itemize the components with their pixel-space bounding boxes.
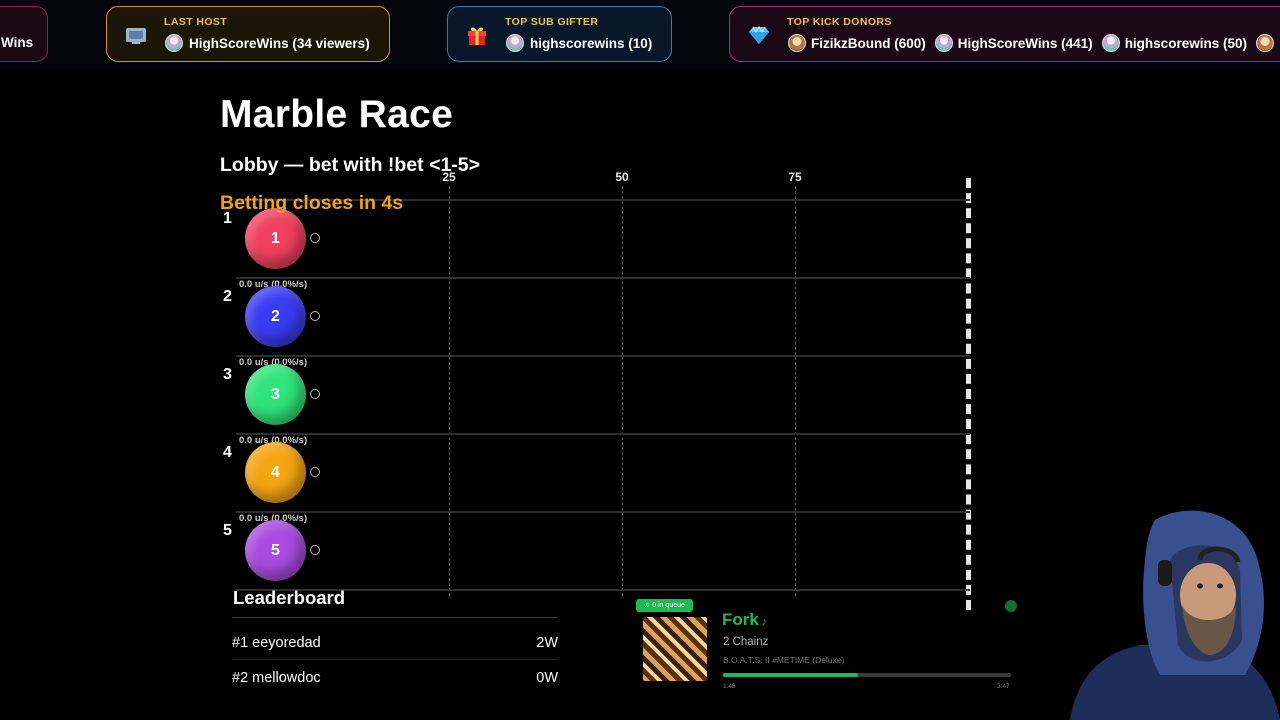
kick-donor-1: FizikzBound (600) — [811, 35, 926, 51]
lane-number: 2 — [223, 288, 232, 305]
marble-2: 2 — [245, 286, 306, 347]
donor-ticker-bar: Wins LAST HOST HighScoreWins (34 viewers… — [0, 0, 1280, 70]
queue-count: 0 in queue — [652, 602, 685, 609]
kick-donor-2: HighScoreWins (441) — [957, 35, 1093, 51]
spotify-icon — [1005, 600, 1017, 612]
lane-divider — [236, 355, 970, 357]
marble-marker — [310, 233, 320, 243]
last-host-name: HighScoreWins (34 viewers) — [189, 35, 370, 51]
race-subtitle: Lobby — bet with !bet <1-5> — [220, 154, 481, 176]
leaderboard-row: #1 eeyoredad 2W — [232, 626, 558, 660]
betting-countdown: Betting closes in 4s — [220, 192, 404, 214]
avatar — [788, 34, 806, 52]
marble-marker — [310, 311, 320, 321]
top-kick-donors-pill: TOP KICK DONORS FizikzBound (600) HighSc… — [729, 6, 1280, 62]
avatar — [1255, 34, 1274, 52]
track-tick-75: 75 — [788, 170, 802, 184]
song-album: B.O.A.T.S. II #METIME (Deluxe) — [723, 655, 845, 665]
track-gridline — [449, 186, 450, 596]
lane-number: 4 — [223, 444, 232, 461]
streamer-webcam — [1070, 510, 1280, 720]
tv-icon — [126, 28, 146, 44]
leaderboard-player: #1 eeyoredad — [232, 634, 321, 651]
leaderboard-wins: 2W — [536, 634, 558, 651]
leaderboard-title: Leaderboard — [233, 587, 346, 608]
album-art — [643, 617, 707, 681]
top-sub-gifter-title: TOP SUB GIFTER — [505, 16, 599, 28]
avatar — [506, 34, 524, 52]
playback-progress-fill — [723, 673, 859, 677]
diamond-icon — [749, 26, 769, 44]
last-host-title: LAST HOST — [164, 16, 228, 28]
avatar — [165, 34, 183, 52]
lane-divider — [236, 277, 970, 279]
marble-marker — [310, 545, 320, 555]
kick-donor-3: highscorewins (50) — [1124, 35, 1247, 51]
track-tick-50: 50 — [615, 170, 629, 184]
divider — [232, 617, 558, 618]
lane-divider — [236, 433, 970, 435]
leaderboard-player: #2 mellowdoc — [232, 670, 321, 686]
lane-number: 3 — [223, 366, 232, 383]
playback-total-time: 3:47 — [997, 683, 1010, 690]
marble-5: 5 — [245, 520, 306, 581]
track-tick-25: 25 — [442, 170, 456, 184]
now-playing-song: Fork ♪ — [722, 610, 767, 630]
leaderboard-row: #2 mellowdoc 0W — [232, 661, 558, 695]
marble-3: 3 — [245, 364, 306, 425]
ticker-pill-previous: Wins — [0, 6, 48, 62]
last-host-pill: LAST HOST HighScoreWins (34 viewers) — [106, 6, 390, 62]
marble-marker — [310, 467, 320, 477]
playback-progress-bar — [723, 673, 1011, 677]
gift-icon — [468, 27, 486, 45]
top-kick-donors-title: TOP KICK DONORS — [787, 16, 892, 28]
marble-4: 4 — [245, 442, 306, 503]
top-sub-gifter-pill: TOP SUB GIFTER highscorewins (10) — [447, 6, 672, 62]
track-gridline — [795, 186, 796, 596]
playback-current-time: 1:48 — [723, 683, 736, 690]
music-note-icon: ♫ — [644, 602, 650, 609]
song-artist: 2 Chainz — [723, 636, 769, 648]
avatar — [934, 34, 953, 52]
race-title: Marble Race — [220, 93, 454, 136]
previous-pill-name: Wins — [1, 35, 34, 50]
lane-divider — [236, 511, 970, 513]
leaderboard-wins: 0W — [536, 670, 558, 686]
track-gridline — [622, 186, 623, 596]
avatar — [1101, 34, 1120, 52]
finish-line — [966, 178, 971, 610]
queue-badge: ♫ 0 in queue — [636, 599, 693, 612]
music-note-icon: ♪ — [761, 617, 767, 628]
lane-divider — [236, 589, 970, 591]
top-sub-gifter-name: highscorewins (10) — [530, 35, 653, 51]
marble-1: 1 — [245, 208, 306, 269]
song-title: Fork — [722, 610, 759, 629]
marble-marker — [310, 389, 320, 399]
lane-number: 5 — [223, 522, 232, 539]
